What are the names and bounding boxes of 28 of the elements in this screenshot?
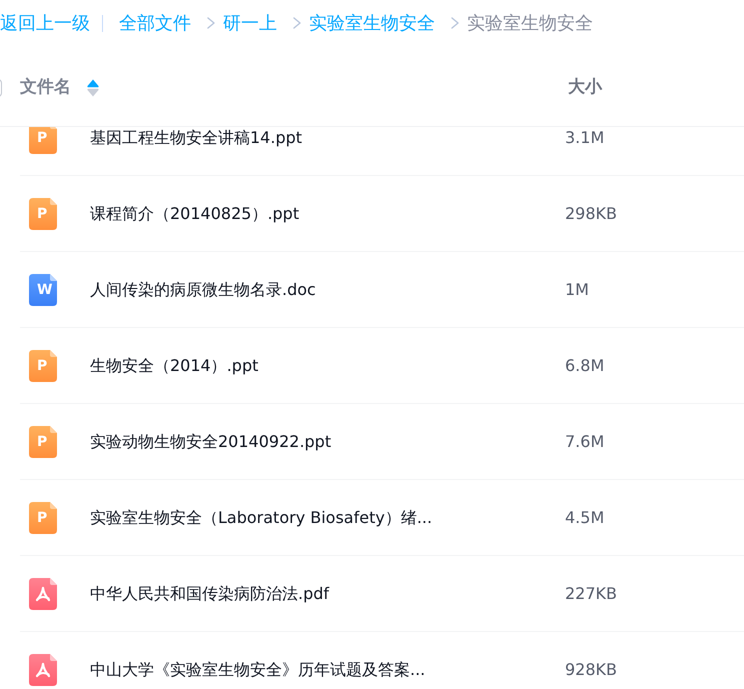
file-size: 7.6M <box>565 430 604 452</box>
sort-icon[interactable] <box>87 78 99 96</box>
file-type-letter: P <box>37 358 48 374</box>
file-size: 227KB <box>565 582 618 604</box>
file-size: 6.8M <box>565 354 604 376</box>
file-size: 1M <box>565 278 589 300</box>
file-size: 928KB <box>565 658 618 680</box>
file-type-letter: P <box>37 130 48 146</box>
file-name[interactable]: 中华人民共和国传染病防治法.pdf <box>90 584 330 602</box>
chevron-right-icon <box>293 17 301 29</box>
file-type-letter: W <box>37 282 52 298</box>
column-header[interactable]: 大小 <box>568 74 602 100</box>
file-name[interactable]: 生物安全（2014）.ppt <box>90 356 258 374</box>
column-header[interactable]: 文件名 <box>20 74 71 100</box>
file-type-letter: P <box>37 510 48 526</box>
file-name[interactable]: 基因工程生物安全讲稿14.ppt <box>90 128 302 146</box>
file-type-letter: P <box>37 206 48 222</box>
file-size: 3.1M <box>565 127 604 148</box>
file-name[interactable]: 中山大学《实验室生物安全》历年试题及答案... <box>90 660 426 678</box>
file-size: 298KB <box>565 202 618 224</box>
chevron-right-icon <box>451 17 459 29</box>
chevron-right-icon <box>207 17 215 29</box>
file-type-letter: P <box>37 434 48 450</box>
file-name[interactable]: 课程简介（20140825）.ppt <box>90 204 300 222</box>
file-size: 4.5M <box>565 506 604 528</box>
file-name[interactable]: 实验动物生物安全20140922.ppt <box>90 432 332 450</box>
file-name[interactable]: 人间传染的病原微生物名录.doc <box>90 280 316 298</box>
file-name[interactable]: 实验室生物安全（Laboratory Biosafety）绪... <box>90 508 432 526</box>
